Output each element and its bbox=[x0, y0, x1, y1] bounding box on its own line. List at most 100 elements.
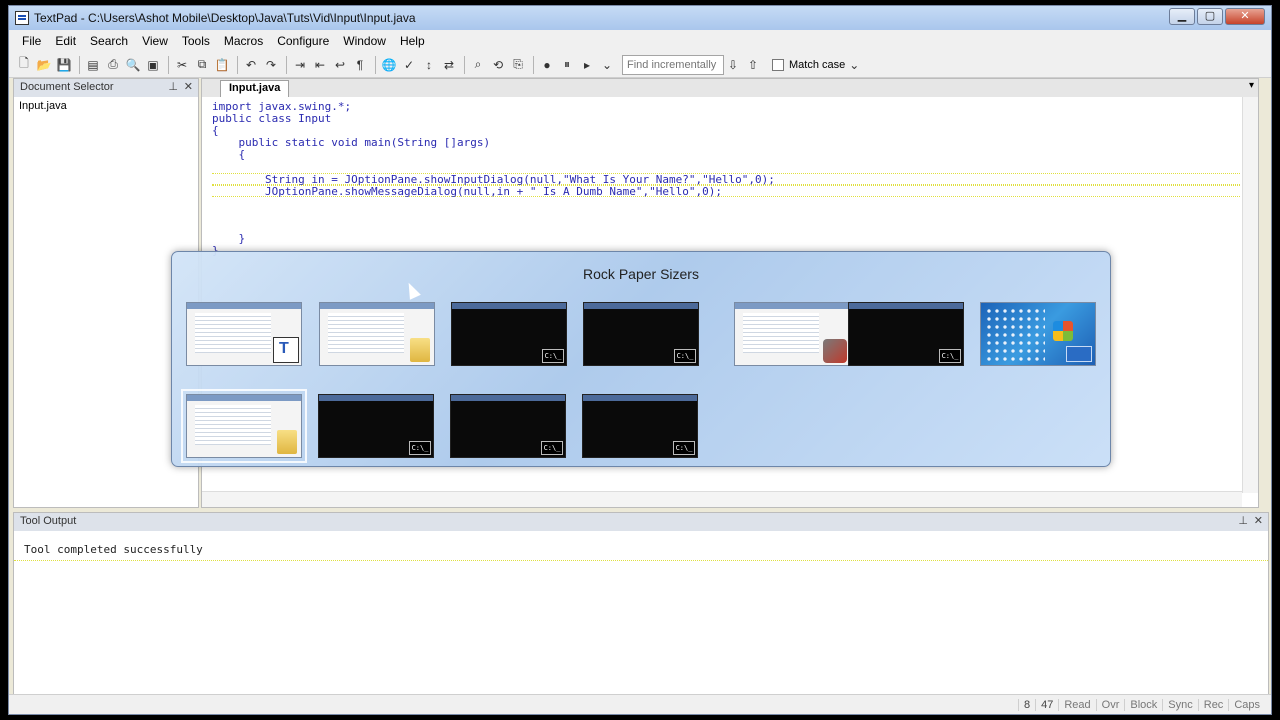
textpad-app-icon[interactable] bbox=[15, 11, 29, 25]
command-prompt-icon: C:\_ bbox=[541, 441, 563, 455]
code-line[interactable] bbox=[212, 209, 1240, 221]
menu-configure[interactable]: Configure bbox=[270, 32, 336, 50]
undo-icon[interactable]: ↶ bbox=[242, 56, 260, 74]
web-icon[interactable]: 🌐 bbox=[380, 56, 398, 74]
match-case-checkbox[interactable] bbox=[772, 58, 784, 71]
close-pane-icon[interactable]: ✕ bbox=[1254, 514, 1263, 527]
cut-icon[interactable]: ✂ bbox=[173, 56, 191, 74]
code-line[interactable] bbox=[212, 197, 1240, 209]
tool-output-pane: Tool Output ⊥ ✕ Tool completed successfu… bbox=[13, 512, 1269, 696]
switcher-window-cmd[interactable]: C:\_ bbox=[451, 302, 567, 366]
menu-help[interactable]: Help bbox=[393, 32, 432, 50]
close-button[interactable]: ✕ bbox=[1225, 8, 1265, 25]
spelling-icon[interactable]: ✓ bbox=[400, 56, 418, 74]
toolbar-separator bbox=[464, 55, 465, 74]
paste-icon[interactable]: 📋 bbox=[213, 56, 231, 74]
menu-search[interactable]: Search bbox=[83, 32, 135, 50]
toolbar-separator bbox=[79, 55, 80, 74]
horizontal-scrollbar[interactable] bbox=[202, 491, 1242, 507]
word-wrap-icon[interactable]: ↩ bbox=[331, 56, 349, 74]
close-pane-icon[interactable]: ✕ bbox=[184, 80, 193, 93]
document-item[interactable]: Input.java bbox=[14, 97, 198, 115]
new-file-icon[interactable]: 🗋 bbox=[15, 56, 33, 74]
switcher-window-desktop[interactable] bbox=[980, 302, 1096, 366]
window-preview-content bbox=[743, 313, 819, 353]
open-file-icon[interactable]: 📂 bbox=[35, 56, 53, 74]
outdent-icon[interactable]: ⇤ bbox=[311, 56, 329, 74]
command-prompt-icon: C:\_ bbox=[674, 349, 696, 363]
code-line[interactable] bbox=[212, 161, 1240, 173]
find-in-files-icon[interactable]: ⎘ bbox=[509, 56, 527, 74]
window-preview-content bbox=[195, 313, 271, 353]
menu-tools[interactable]: Tools bbox=[175, 32, 217, 50]
code-line[interactable]: import javax.swing.*; bbox=[212, 101, 1240, 113]
status-column: 47 bbox=[1035, 698, 1058, 711]
find-toolbar-overflow-icon[interactable]: ⌄ bbox=[845, 56, 863, 74]
code-editor[interactable]: import javax.swing.*; public class Input {… bbox=[212, 101, 1240, 257]
maximize-button[interactable]: ▢ bbox=[1197, 8, 1223, 25]
toolbar-separator bbox=[286, 55, 287, 74]
switcher-window-textpad[interactable] bbox=[186, 302, 302, 366]
menu-window[interactable]: Window bbox=[336, 32, 393, 50]
code-line[interactable]: } bbox=[212, 233, 1240, 245]
tool-app-icon bbox=[823, 339, 847, 363]
toolbar-separator bbox=[375, 55, 376, 74]
document-selector-title: Document Selector bbox=[20, 81, 114, 93]
menu-view[interactable]: View bbox=[135, 32, 175, 50]
toolbar-overflow-icon[interactable]: ⌄ bbox=[598, 56, 616, 74]
vertical-scrollbar[interactable] bbox=[1242, 97, 1258, 493]
print-icon[interactable]: ⎙ bbox=[104, 56, 122, 74]
compare-icon[interactable]: ⇄ bbox=[440, 56, 458, 74]
tab-input-java[interactable]: Input.java bbox=[220, 80, 290, 97]
code-line[interactable]: { bbox=[212, 149, 1240, 161]
redo-icon[interactable]: ↷ bbox=[262, 56, 280, 74]
status-record: Rec bbox=[1197, 698, 1229, 711]
pin-icon[interactable]: ⊥ bbox=[168, 80, 178, 93]
menu-file[interactable]: File bbox=[15, 32, 48, 50]
switcher-window-explorer[interactable] bbox=[181, 389, 307, 463]
copy-icon[interactable]: ⧉ bbox=[193, 56, 211, 74]
indent-icon[interactable]: ⇥ bbox=[291, 56, 309, 74]
tab-dropdown-icon[interactable]: ▾ bbox=[1249, 80, 1254, 91]
switcher-window-cmd[interactable]: C:\_ bbox=[583, 302, 699, 366]
record-macro-icon[interactable]: ● bbox=[538, 56, 556, 74]
window-preview-content bbox=[328, 313, 404, 353]
properties-icon[interactable]: ▣ bbox=[144, 56, 162, 74]
find-icon[interactable]: ⌕ bbox=[469, 56, 487, 74]
save-icon[interactable]: 💾 bbox=[55, 56, 73, 74]
play-macro-icon[interactable]: ▸ bbox=[578, 56, 596, 74]
status-bar: 8 47 Read Ovr Block Sync Rec Caps bbox=[9, 694, 1271, 714]
menu-edit[interactable]: Edit bbox=[48, 32, 83, 50]
switcher-window-tool[interactable] bbox=[734, 302, 850, 366]
code-line[interactable] bbox=[212, 221, 1240, 233]
switcher-window-cmd[interactable]: C:\_ bbox=[450, 394, 566, 458]
find-next-down-icon[interactable]: ⇩ bbox=[724, 56, 742, 74]
code-line[interactable]: public static void main(String []args) bbox=[212, 137, 1240, 149]
status-overwrite: Ovr bbox=[1095, 698, 1125, 711]
command-prompt-icon: C:\_ bbox=[939, 349, 961, 363]
desktop-icons bbox=[985, 307, 1045, 361]
code-line[interactable]: String in = JOptionPane.showInputDialog(… bbox=[212, 173, 1240, 186]
switcher-window-cmd[interactable]: C:\_ bbox=[848, 302, 964, 366]
find-previous-up-icon[interactable]: ⇧ bbox=[744, 56, 762, 74]
save-all-icon[interactable]: ▤ bbox=[84, 56, 102, 74]
switcher-window-explorer[interactable] bbox=[319, 302, 435, 366]
switcher-window-cmd[interactable]: C:\_ bbox=[582, 394, 698, 458]
editor-tabs: Input.java ▾ bbox=[202, 79, 1258, 97]
window-switcher: Rock Paper Sizers C:\_ C:\_ C:\_ C:\_ C:\_ C:… bbox=[171, 251, 1111, 467]
replace-icon[interactable]: ⟲ bbox=[489, 56, 507, 74]
title-bar: TextPad - C:\Users\Ashot Mobile\Desktop\… bbox=[9, 6, 1271, 30]
switcher-window-cmd[interactable]: C:\_ bbox=[318, 394, 434, 458]
code-line[interactable]: JOptionPane.showMessageDialog(null,in + … bbox=[212, 185, 1240, 198]
print-preview-icon[interactable]: 🔍 bbox=[124, 56, 142, 74]
menu-macros[interactable]: Macros bbox=[217, 32, 270, 50]
pause-macro-icon[interactable]: ⏸ bbox=[558, 56, 576, 74]
windows-logo-icon bbox=[1053, 321, 1073, 341]
pin-icon[interactable]: ⊥ bbox=[1238, 514, 1248, 527]
status-read: Read bbox=[1058, 698, 1095, 711]
find-incrementally-input[interactable] bbox=[622, 54, 724, 75]
code-line[interactable]: public class Input bbox=[212, 113, 1240, 125]
pilcrow-icon[interactable]: ¶ bbox=[351, 56, 369, 74]
minimize-button[interactable]: ▁ bbox=[1169, 8, 1195, 25]
sort-icon[interactable]: ↕ bbox=[420, 56, 438, 74]
